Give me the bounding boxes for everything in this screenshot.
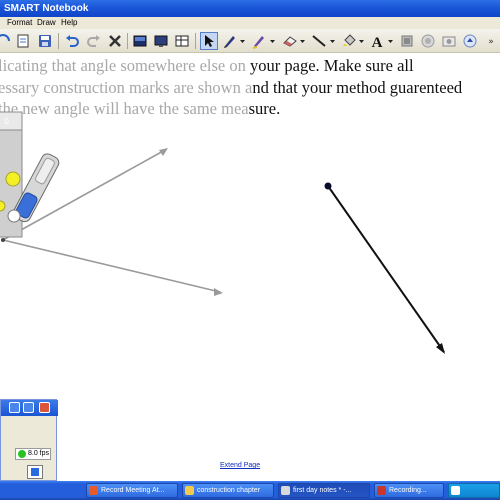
menu-format[interactable]: Format bbox=[7, 17, 32, 29]
instruction-line-3-dark: sure. bbox=[248, 99, 281, 118]
compass-tool[interactable]: 0 bbox=[0, 111, 61, 242]
angle-ray-upper-arrowhead bbox=[159, 148, 168, 156]
menu-help[interactable]: Help bbox=[61, 17, 77, 29]
menu-draw[interactable]: Draw bbox=[37, 17, 56, 29]
system-tray[interactable] bbox=[448, 483, 500, 498]
taskbar-item-label: Record Meeting At... bbox=[101, 487, 165, 494]
taskbar-item-record-meeting[interactable]: Record Meeting At... bbox=[86, 483, 178, 498]
instruction-line-2: essary construction marks are shown and … bbox=[0, 78, 462, 98]
instruction-line-1-dark: your page. Make sure all bbox=[245, 56, 414, 75]
pen-icon[interactable] bbox=[221, 32, 239, 50]
taskbar-item-recording[interactable]: Recording... bbox=[374, 483, 444, 498]
toolbar-separator bbox=[127, 33, 128, 49]
toolbar: A » bbox=[0, 29, 500, 53]
compass-leg bbox=[0, 111, 23, 238]
taskbar-item-label: first day notes * -... bbox=[293, 487, 352, 494]
instruction-line-2-dark: nd that your method guarenteed bbox=[252, 78, 463, 97]
svg-text:»: » bbox=[488, 37, 494, 47]
taskbar-item-label: Recording... bbox=[389, 487, 427, 494]
instruction-line-3-faded: the new angle will have the same mea bbox=[0, 99, 249, 118]
drawn-ray-start-point[interactable] bbox=[324, 182, 332, 190]
chevron-down-icon[interactable] bbox=[359, 39, 364, 44]
capture-icon[interactable] bbox=[440, 32, 458, 50]
compass-arm[interactable] bbox=[11, 152, 61, 224]
menu-bar: Format Draw Help bbox=[0, 17, 500, 29]
toolbar-partial-icon[interactable] bbox=[0, 32, 12, 50]
drawn-ray-arrowhead bbox=[436, 343, 445, 354]
more-icon[interactable]: » bbox=[482, 32, 500, 50]
angle-ray-lower bbox=[2, 239, 221, 293]
angle-ray-upper bbox=[2, 149, 166, 241]
chevron-down-icon[interactable] bbox=[270, 39, 275, 44]
recorder-fps-display: 8.0 fps bbox=[15, 448, 51, 460]
extend-page-link[interactable]: Extend Page bbox=[220, 462, 260, 469]
compass-pivot-white[interactable] bbox=[7, 209, 21, 223]
recorder-minimize-button[interactable] bbox=[9, 402, 20, 413]
instruction-line-1-faded: licating that angle somewhere else on bbox=[0, 56, 246, 75]
taskbar-item-label: construction chapter bbox=[197, 487, 261, 494]
recorder-close-button[interactable] bbox=[39, 402, 50, 413]
eraser-icon[interactable] bbox=[281, 32, 299, 50]
text-icon[interactable]: A bbox=[368, 32, 386, 50]
properties-icon[interactable] bbox=[398, 32, 416, 50]
delete-icon[interactable] bbox=[106, 32, 124, 50]
recorder-restore-button[interactable] bbox=[23, 402, 34, 413]
angle-vertex bbox=[1, 238, 5, 242]
toolbar-separator bbox=[195, 33, 196, 49]
recorder-title-bar[interactable] bbox=[1, 400, 58, 416]
toolbar-separator bbox=[58, 33, 59, 49]
record-meeting-icon bbox=[89, 486, 98, 495]
recorder-panel[interactable]: 8.0 fps bbox=[0, 399, 58, 481]
instruction-line-1: licating that angle somewhere else on yo… bbox=[0, 56, 414, 76]
fill-icon[interactable] bbox=[340, 32, 358, 50]
line-icon[interactable] bbox=[310, 32, 328, 50]
table-icon[interactable] bbox=[173, 32, 191, 50]
angle-ray-lower-arrowhead bbox=[214, 288, 223, 296]
select-arrow-icon[interactable] bbox=[200, 32, 218, 50]
save-icon[interactable] bbox=[36, 32, 54, 50]
display-icon[interactable] bbox=[152, 32, 170, 50]
chevron-down-icon[interactable] bbox=[330, 39, 335, 44]
redo-icon[interactable] bbox=[85, 32, 103, 50]
drawn-ray[interactable] bbox=[327, 185, 445, 353]
recording-status-icon bbox=[18, 450, 26, 458]
taskbar-item-construction-chapter[interactable]: construction chapter bbox=[182, 483, 274, 498]
windows-taskbar: Record Meeting At... construction chapte… bbox=[0, 481, 500, 500]
instruction-line-2-faded: essary construction marks are shown a bbox=[0, 78, 253, 97]
chevron-down-icon[interactable] bbox=[240, 39, 245, 44]
title-bar: SMART Notebook bbox=[0, 0, 500, 17]
creative-pen-icon[interactable] bbox=[250, 32, 268, 50]
recorder-stop-button[interactable] bbox=[27, 465, 43, 479]
chevron-down-icon[interactable] bbox=[300, 39, 305, 44]
folder-icon bbox=[185, 486, 194, 495]
smart-notebook-window: SMART Notebook Format Draw Help A » lica… bbox=[0, 0, 500, 500]
instruction-line-3: the new angle will have the same measure… bbox=[0, 99, 280, 119]
undo-icon[interactable] bbox=[63, 32, 81, 50]
window-title: SMART Notebook bbox=[4, 3, 89, 14]
chevron-down-icon[interactable] bbox=[388, 39, 393, 44]
move-toolbar-icon[interactable] bbox=[461, 32, 479, 50]
svg-text:A: A bbox=[372, 35, 383, 49]
compass-pivot-yellow[interactable] bbox=[0, 200, 6, 212]
compass-handle-yellow[interactable] bbox=[5, 171, 21, 187]
record-icon[interactable] bbox=[419, 32, 437, 50]
tray-icon[interactable] bbox=[451, 486, 460, 495]
taskbar-item-first-day-notes[interactable]: first day notes * -... bbox=[278, 483, 370, 498]
screen-shade-icon[interactable] bbox=[131, 32, 149, 50]
notebook-icon bbox=[281, 486, 290, 495]
recording-icon bbox=[377, 486, 386, 495]
document-icon[interactable] bbox=[14, 32, 32, 50]
recorder-fps-value: 8.0 fps bbox=[28, 450, 50, 457]
